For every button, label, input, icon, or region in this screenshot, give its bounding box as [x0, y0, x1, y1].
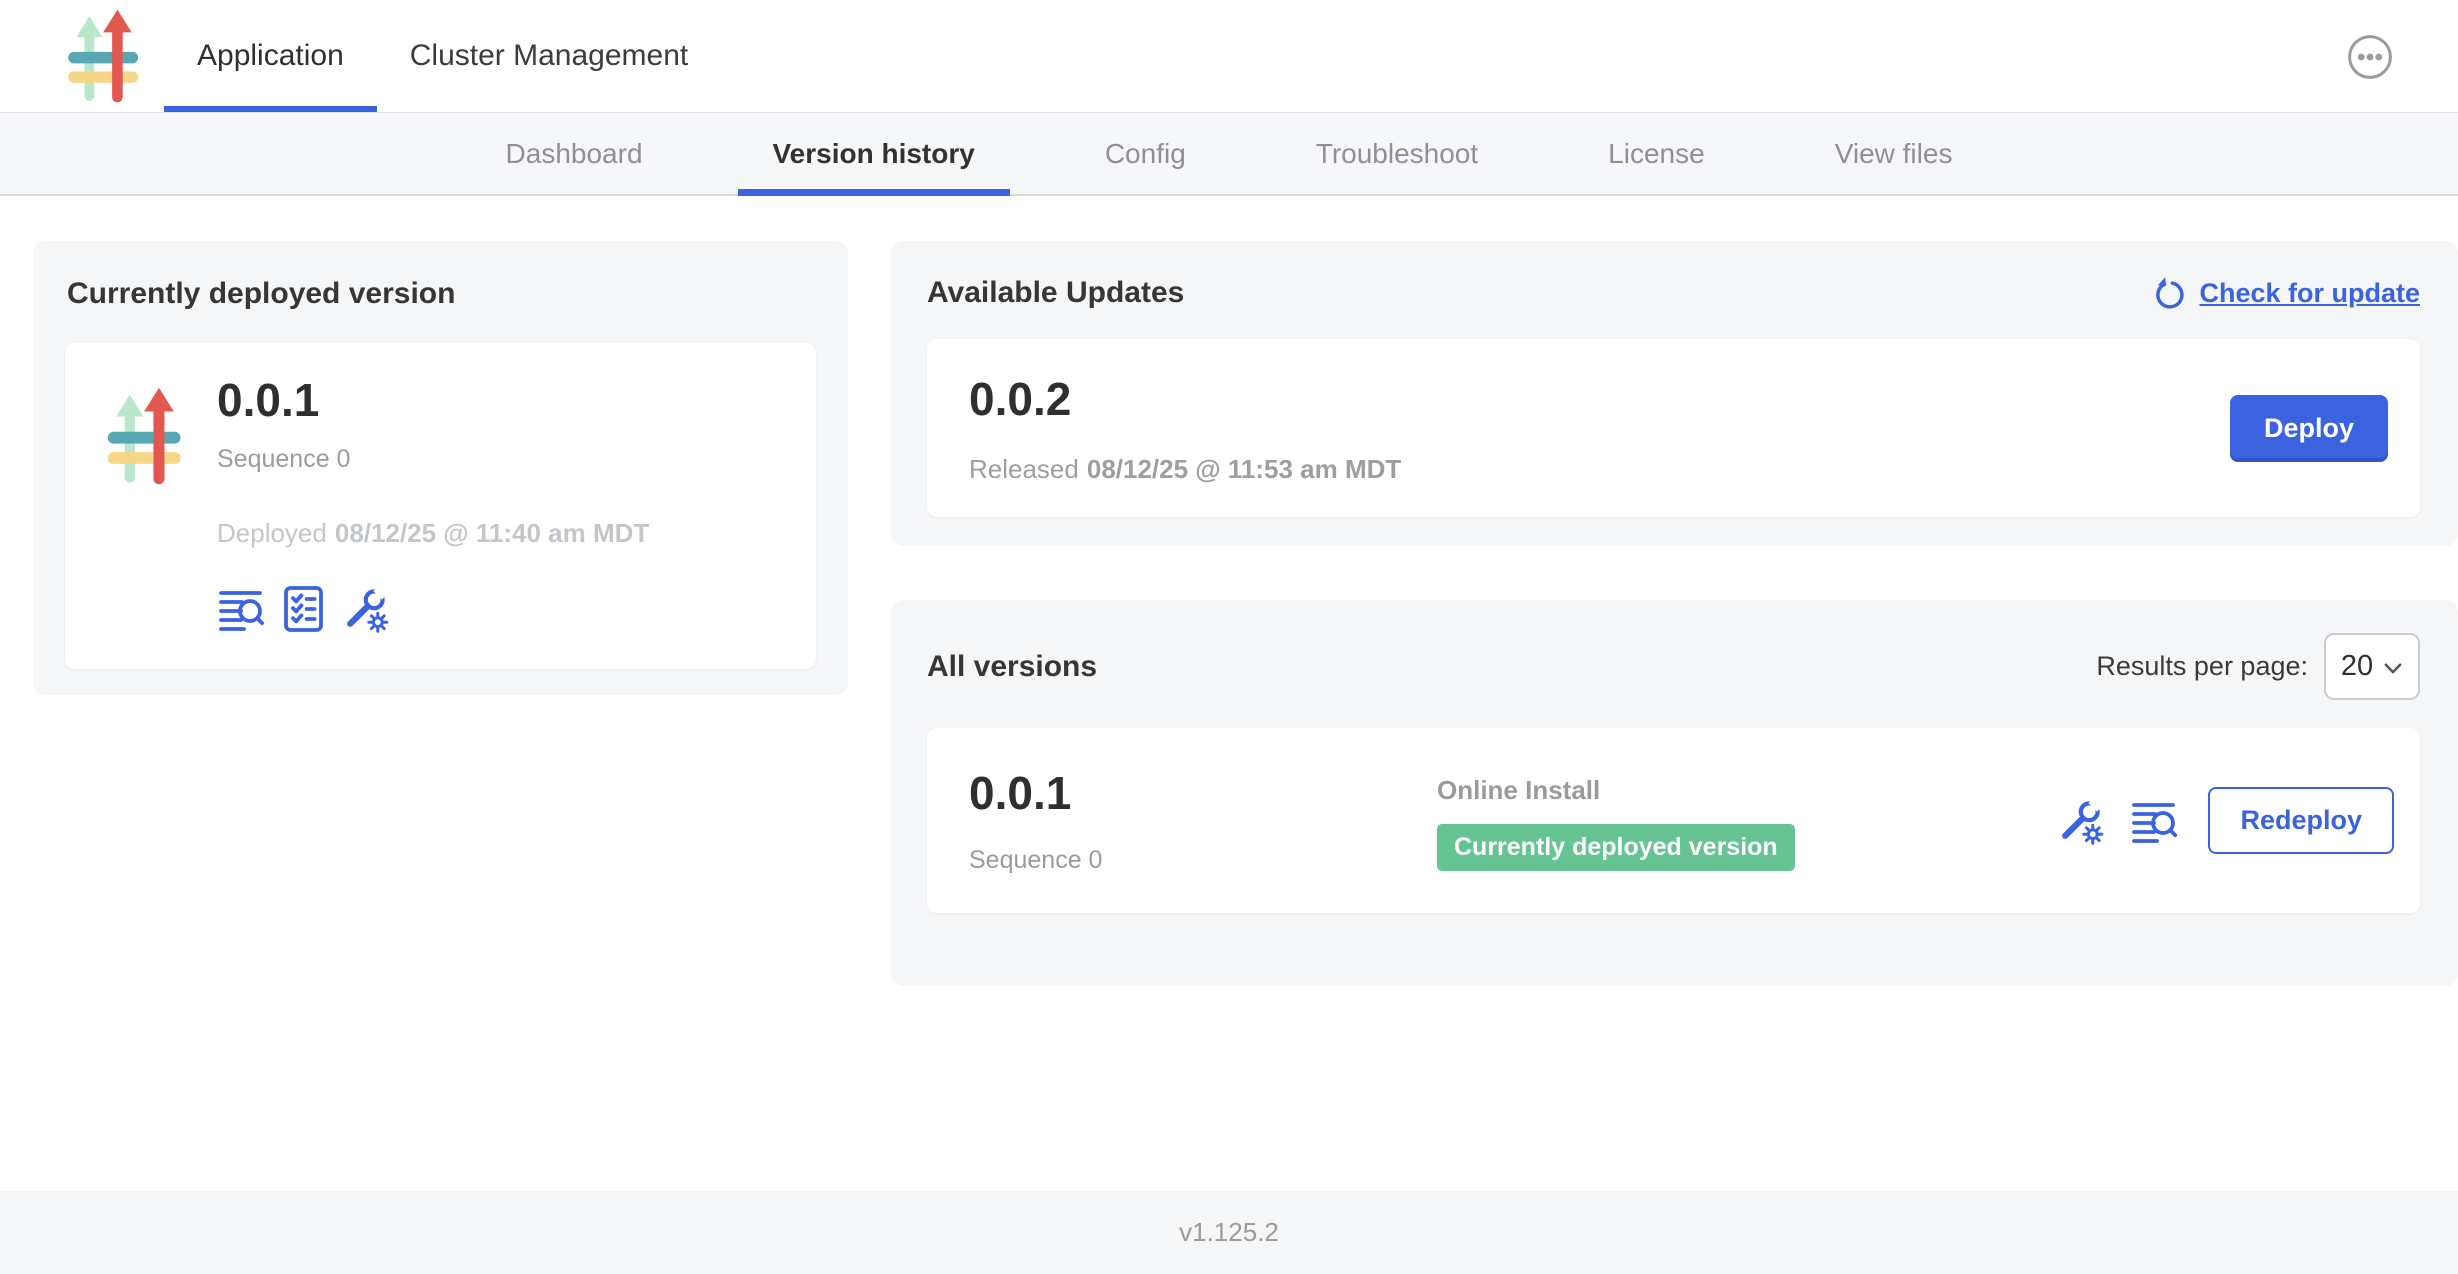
tab-config[interactable]: Config — [1070, 113, 1221, 194]
deployed-version-details: 0.0.1 Sequence 0 Deployed 08/12/25 @ 11:4… — [217, 373, 649, 633]
currently-deployed-badge: Currently deployed version — [1437, 824, 1795, 871]
preflight-checklist-icon[interactable] — [279, 585, 327, 633]
currently-deployed-title: Currently deployed version — [67, 277, 816, 311]
version-row-details: 0.0.1 Sequence 0 — [969, 766, 1437, 875]
deployed-date: 08/12/25 @ 11:40 am MDT — [335, 518, 649, 548]
tab-troubleshoot[interactable]: Troubleshoot — [1281, 113, 1513, 194]
app-subnav: Dashboard Version history Config Trouble… — [0, 113, 2458, 196]
results-per-page-select[interactable]: 20 — [2324, 633, 2420, 700]
currently-deployed-panel: Currently deployed version 0.0.1 Sequenc… — [33, 241, 848, 695]
tab-view-files[interactable]: View files — [1800, 113, 1988, 194]
footer-bar: v1.125.2 — [0, 1191, 2458, 1274]
check-for-update-label: Check for update — [2199, 278, 2420, 309]
deployed-version-actions — [217, 585, 649, 633]
wrench-gear-icon[interactable] — [2056, 797, 2104, 845]
tab-dashboard-label: Dashboard — [506, 138, 643, 170]
results-per-page-label: Results per page: — [2096, 651, 2308, 682]
tab-version-history-label: Version history — [773, 138, 975, 170]
deployed-sequence: Sequence 0 — [217, 445, 649, 474]
version-row-sequence: Sequence 0 — [969, 846, 1437, 875]
version-row-actions: Redeploy — [2056, 787, 2394, 854]
main-content: Currently deployed version 0.0.1 Sequenc… — [0, 196, 2458, 1191]
app-logo-icon — [101, 373, 189, 633]
tab-cluster-management[interactable]: Cluster Management — [377, 0, 721, 112]
tab-troubleshoot-label: Troubleshoot — [1316, 138, 1478, 170]
admin-console-page: Application Cluster Management Dashboard… — [0, 0, 2458, 1274]
deploy-button[interactable]: Deploy — [2230, 395, 2388, 462]
log-search-icon[interactable] — [217, 585, 265, 633]
app-logo-icon — [60, 10, 148, 102]
version-row: 0.0.1 Sequence 0 Online Install Currentl… — [927, 728, 2420, 913]
results-per-page-value: 20 — [2341, 650, 2373, 683]
console-version: v1.125.2 — [1179, 1217, 1279, 1248]
deployed-version-card: 0.0.1 Sequence 0 Deployed 08/12/25 @ 11:4… — [65, 343, 816, 669]
released-date: 08/12/25 @ 11:53 am MDT — [1087, 454, 1401, 484]
tab-version-history[interactable]: Version history — [738, 113, 1010, 194]
tab-config-label: Config — [1105, 138, 1186, 170]
top-nav-tabs: Application Cluster Management — [164, 0, 721, 112]
check-for-update-link[interactable]: Check for update — [2151, 275, 2420, 311]
deployed-prefix: Deployed — [217, 518, 327, 548]
refresh-icon — [2151, 275, 2187, 311]
update-details: 0.0.2 Released 08/12/25 @ 11:53 am MDT — [969, 372, 1401, 485]
all-versions-header: All versions Results per page: 20 — [927, 633, 2420, 700]
update-released-timestamp: Released 08/12/25 @ 11:53 am MDT — [969, 454, 1401, 485]
all-versions-panel: All versions Results per page: 20 0.0. — [891, 600, 2458, 986]
deployed-timestamp: Deployed 08/12/25 @ 11:40 am MDT — [217, 518, 649, 549]
deployed-version-number: 0.0.1 — [217, 373, 649, 427]
versions-column: Available Updates Check for update 0.0.2… — [891, 241, 2458, 986]
available-updates-header: Available Updates Check for update — [927, 275, 2420, 311]
tab-license-label: License — [1608, 138, 1705, 170]
available-updates-title: Available Updates — [927, 276, 1184, 310]
update-version-number: 0.0.2 — [969, 372, 1401, 426]
top-navbar: Application Cluster Management — [0, 0, 2458, 113]
update-row: 0.0.2 Released 08/12/25 @ 11:53 am MDT De… — [927, 339, 2420, 517]
tab-license[interactable]: License — [1573, 113, 1740, 194]
results-per-page: Results per page: 20 — [2096, 633, 2420, 700]
redeploy-button[interactable]: Redeploy — [2208, 787, 2394, 854]
version-row-number: 0.0.1 — [969, 766, 1437, 820]
chevron-down-icon — [2383, 659, 2403, 679]
tab-application-label: Application — [197, 39, 344, 73]
released-prefix: Released — [969, 454, 1079, 484]
all-versions-title: All versions — [927, 650, 1097, 684]
tab-view-files-label: View files — [1835, 138, 1953, 170]
wrench-gear-icon[interactable] — [341, 585, 389, 633]
tab-application[interactable]: Application — [164, 0, 377, 112]
install-type-label: Online Install — [1437, 775, 2056, 806]
tab-dashboard[interactable]: Dashboard — [471, 113, 678, 194]
available-updates-panel: Available Updates Check for update 0.0.2… — [891, 241, 2458, 546]
ellipsis-circle-icon[interactable] — [2346, 33, 2394, 81]
tab-cluster-management-label: Cluster Management — [410, 39, 688, 73]
current-version-column: Currently deployed version 0.0.1 Sequenc… — [33, 241, 848, 695]
log-search-icon[interactable] — [2130, 797, 2178, 845]
version-row-status: Online Install Currently deployed versio… — [1437, 771, 2056, 871]
